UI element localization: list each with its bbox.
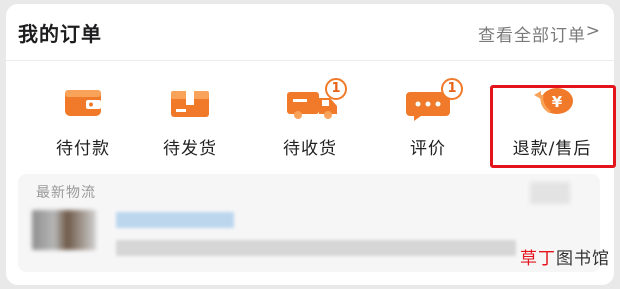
logistics-status-line bbox=[116, 212, 234, 228]
orders-header: 我的订单 查看全部订单 > bbox=[6, 4, 614, 60]
chevron-right-icon[interactable]: > bbox=[586, 21, 600, 41]
view-all-orders-link[interactable]: 查看全部订单 bbox=[478, 21, 586, 46]
product-thumbnail bbox=[32, 210, 96, 250]
highlight-box bbox=[490, 85, 616, 168]
logistics-title: 最新物流 bbox=[36, 185, 96, 201]
order-status-pending-receipt[interactable]: 1 待收货 bbox=[255, 70, 365, 170]
page-title: 我的订单 bbox=[18, 22, 102, 46]
order-status-review[interactable]: 1 评价 bbox=[373, 70, 483, 170]
watermark-accent: 草丁 bbox=[520, 249, 556, 269]
notification-badge: 1 bbox=[441, 78, 463, 100]
comment-icon bbox=[373, 84, 483, 122]
watermark: 草丁图书馆 bbox=[520, 244, 610, 269]
notification-badge: 1 bbox=[325, 78, 347, 100]
watermark-rest: 图书馆 bbox=[556, 249, 610, 269]
order-status-label: 待发货 bbox=[163, 139, 217, 159]
divider bbox=[6, 60, 614, 61]
order-status-label: 待付款 bbox=[56, 139, 110, 159]
my-orders-card: 我的订单 查看全部订单 > 待付款 待发货 1 待收货 1 评价 ¥ 退款/售后… bbox=[6, 4, 616, 285]
logistics-detail-line bbox=[116, 240, 516, 256]
order-status-label: 评价 bbox=[410, 139, 446, 159]
order-status-pending-shipment[interactable]: 待发货 bbox=[135, 70, 245, 170]
delivery-truck-icon bbox=[255, 84, 365, 122]
order-status-label: 待收货 bbox=[283, 139, 337, 159]
wallet-icon bbox=[28, 84, 138, 122]
logistics-time bbox=[530, 182, 570, 204]
order-status-pending-payment[interactable]: 待付款 bbox=[28, 70, 138, 170]
latest-logistics-panel[interactable]: 最新物流 bbox=[18, 174, 600, 272]
package-icon bbox=[135, 84, 245, 122]
